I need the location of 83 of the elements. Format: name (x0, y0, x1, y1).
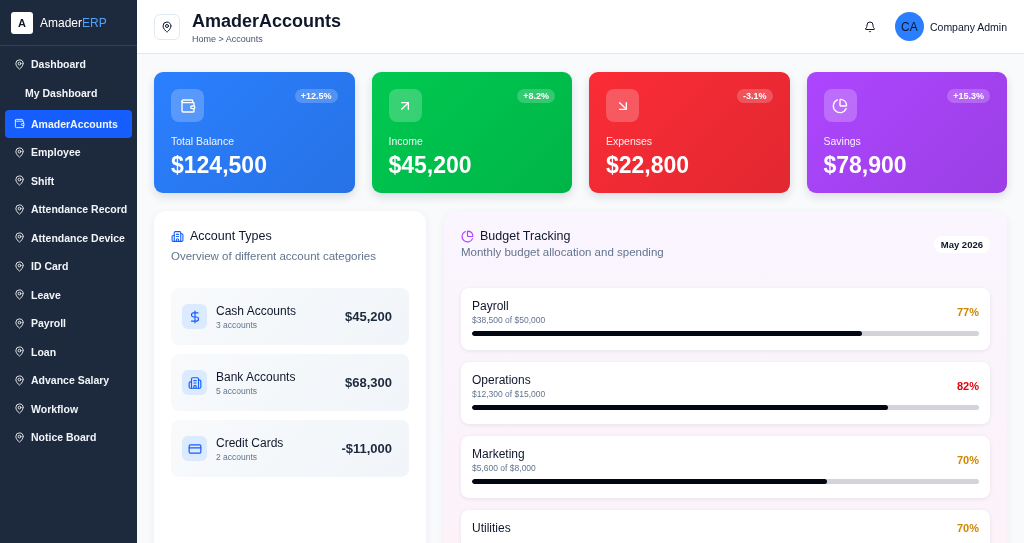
change-badge: -3.1% (737, 89, 773, 103)
stat-label: Expenses (606, 135, 654, 147)
sidebar-item[interactable]: Payroll (5, 309, 132, 338)
budget-amount: $5,600 of $8,000 (472, 463, 536, 473)
sidebar-item[interactable]: Employee (5, 138, 132, 167)
account-amount: -$11,000 (341, 441, 392, 456)
map-pin-icon (14, 403, 25, 415)
period-badge: May 2026 (933, 236, 990, 253)
pie-chart-icon (461, 229, 474, 243)
arrow-down-right-icon (606, 89, 639, 122)
budget-name: Operations (472, 373, 532, 387)
sidebar-item[interactable]: Attendance Record (5, 195, 132, 224)
change-badge: +12.5% (294, 89, 338, 103)
map-pin-icon (14, 203, 25, 215)
stat-label: Savings (823, 135, 862, 147)
budget-name: Payroll (472, 299, 510, 313)
stat-label: Income (388, 135, 424, 147)
card-subtitle: Monthly budget allocation and spending (461, 246, 664, 258)
budget-percent: 70% (956, 522, 979, 534)
stat-value: $78,900 (823, 152, 908, 179)
account-type-item[interactable]: Bank Accounts 5 accounts $68,300 (171, 354, 409, 411)
map-pin-icon (14, 175, 25, 187)
sidebar-item[interactable]: Loan (5, 337, 132, 366)
dollar-sign-icon (182, 304, 207, 329)
sidebar-item[interactable]: AmaderAccounts (5, 109, 132, 138)
account-name: Bank Accounts (216, 369, 297, 384)
building-icon (171, 229, 184, 243)
card-subtitle: Overview of different account categories (171, 250, 377, 262)
budget-name: Utilities (472, 521, 511, 535)
arrow-up-right-icon (388, 89, 422, 122)
sidebar-item[interactable]: Workflow (5, 394, 132, 423)
account-count: 5 accounts (216, 385, 259, 396)
stat-value: $124,500 (171, 152, 268, 179)
sidebar-item[interactable]: Shift (5, 166, 132, 195)
account-count: 2 accounts (216, 451, 259, 462)
map-pin-icon (14, 146, 25, 158)
map-pin-icon (14, 431, 25, 443)
sidebar-item[interactable]: Notice Board (5, 423, 132, 452)
account-type-item[interactable]: Cash Accounts 3 accounts $45,200 (171, 288, 409, 345)
logo-icon: A (11, 11, 33, 34)
map-pin-icon (14, 260, 25, 272)
account-amount: $68,300 (345, 375, 392, 390)
stat-value: $22,800 (606, 152, 691, 179)
user-name: Company Admin (929, 20, 1007, 33)
account-name: Cash Accounts (216, 303, 298, 318)
change-badge: +8.2% (517, 89, 555, 103)
stat-label: Total Balance (171, 135, 236, 147)
sidebar-item[interactable]: Attendance Device (5, 223, 132, 252)
pie-chart-icon (823, 89, 857, 122)
change-badge: +15.3% (947, 89, 990, 103)
credit-card-icon (182, 436, 207, 461)
wallet-icon (171, 89, 204, 122)
budget-amount: $38,500 of $50,000 (472, 315, 546, 325)
map-pin-icon (14, 374, 25, 386)
sidebar-item[interactable]: Dashboard (5, 50, 132, 79)
budget-percent: 70% (956, 454, 979, 466)
card-title: Account Types (190, 229, 272, 243)
account-name: Credit Cards (216, 435, 285, 450)
brand-name: AmaderERP (40, 15, 107, 30)
page-title: AmaderAccounts (192, 11, 343, 31)
sidebar-item[interactable]: Advance Salary (5, 366, 132, 395)
budget-percent: 77% (956, 306, 979, 318)
card-title: Budget Tracking (480, 229, 571, 243)
map-pin-icon (14, 317, 25, 329)
account-amount: $45,200 (345, 309, 392, 324)
sidebar-item[interactable]: Leave (5, 280, 132, 309)
map-pin-icon (14, 289, 25, 301)
account-count: 3 accounts (216, 319, 259, 330)
budget-percent: 82% (956, 380, 979, 392)
sidebar-item[interactable]: ID Card (5, 252, 132, 281)
wallet-icon (14, 118, 25, 130)
avatar[interactable]: CA (894, 12, 924, 41)
map-pin-icon (14, 346, 25, 358)
map-pin-icon (154, 13, 180, 40)
map-pin-icon (14, 232, 25, 244)
sidebar-subitem[interactable]: My Dashboard (5, 78, 132, 108)
budget-amount: $12,300 of $15,000 (472, 389, 546, 399)
building-icon (182, 370, 207, 395)
stat-value: $45,200 (388, 152, 473, 179)
budget-name: Marketing (472, 447, 526, 461)
map-pin-icon (14, 58, 25, 70)
breadcrumb: Home > Accounts (192, 34, 264, 44)
account-type-item[interactable]: Credit Cards 2 accounts -$11,000 (171, 420, 409, 477)
